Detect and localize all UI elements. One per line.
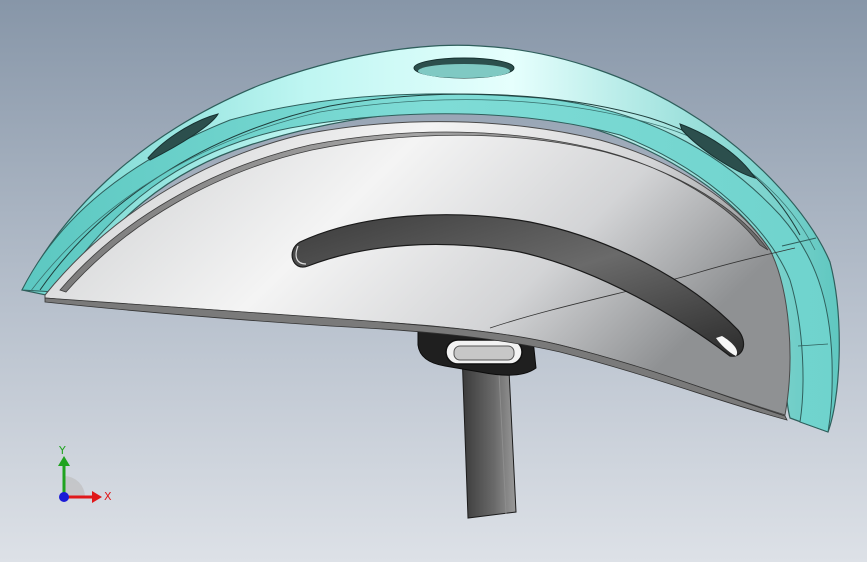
vent-hole-top [413, 57, 515, 79]
x-axis-label: X [104, 490, 112, 503]
y-axis-label: Y [58, 444, 66, 457]
graphics-viewport[interactable]: Y X [0, 0, 867, 562]
z-axis-origin [59, 492, 69, 502]
model-canvas[interactable]: Y X [0, 0, 867, 562]
